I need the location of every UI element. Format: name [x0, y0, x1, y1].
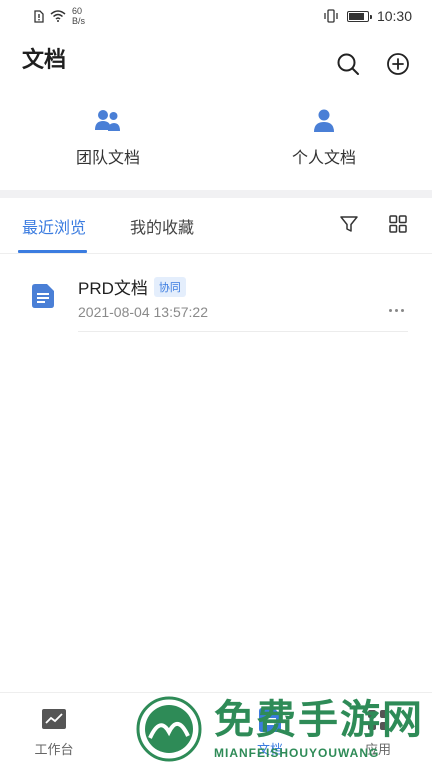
battery-fill [348, 12, 364, 20]
document-file-icon [32, 284, 54, 308]
watermark-subtitle: MIANFEISHOUYOUWANG [214, 746, 380, 760]
workbench-icon [41, 707, 67, 733]
filter-icon [340, 216, 358, 232]
header: 文档 [0, 36, 432, 96]
more-dot-icon [388, 308, 392, 312]
status-left: 60 B/s [34, 6, 85, 26]
document-title-row: PRD文档 协同 [78, 274, 186, 299]
page-title: 文档 [22, 47, 67, 72]
team-icon [93, 106, 123, 136]
network-speed: 60 B/s [72, 6, 85, 26]
filter-button[interactable] [337, 212, 361, 236]
network-speed-unit: B/s [72, 16, 86, 26]
collab-badge: 协同 [153, 276, 186, 297]
document-title: PRD文档 [78, 279, 148, 298]
watermark-title: 免费手游网 [214, 698, 424, 742]
tab-recent[interactable]: 最近浏览 [22, 214, 86, 238]
list-divider [78, 331, 408, 332]
wifi-icon [50, 10, 66, 22]
watermark-logo-icon [136, 696, 202, 762]
status-bar: 60 B/s 10:30 [0, 0, 432, 32]
active-tab-indicator [18, 250, 87, 253]
category-personal-docs[interactable]: 个人文档 [216, 100, 432, 188]
nav-workbench[interactable]: 工作台 [0, 693, 108, 768]
document-categories: 团队文档 个人文档 [0, 100, 432, 188]
section-divider [0, 190, 432, 198]
category-team-docs[interactable]: 团队文档 [0, 100, 216, 188]
battery-icon [346, 10, 372, 22]
network-speed-value: 60 [72, 6, 83, 16]
tab-favorites[interactable]: 我的收藏 [130, 214, 194, 238]
add-circle-icon [387, 53, 409, 75]
tab-bar: 最近浏览 我的收藏 [0, 198, 432, 254]
more-options-button[interactable] [384, 302, 408, 318]
vibrate-icon [324, 9, 338, 23]
grid-view-icon [389, 215, 407, 233]
more-dot-icon [400, 308, 404, 312]
person-icon [309, 106, 339, 136]
category-personal-docs-label: 个人文档 [291, 150, 356, 167]
watermark: 免费手游网 MIANFEISHOUYOUWANG [136, 696, 432, 768]
category-team-docs-label: 团队文档 [75, 150, 140, 167]
grid-view-button[interactable] [386, 212, 410, 236]
search-button[interactable] [334, 50, 362, 78]
nav-workbench-label: 工作台 [34, 742, 74, 757]
more-dot-icon [394, 308, 398, 312]
status-right: 10:30 [323, 8, 412, 24]
document-timestamp: 2021-08-04 13:57:22 [78, 304, 208, 320]
list-item[interactable]: PRD文档 协同 2021-08-04 13:57:22 [0, 258, 432, 332]
add-button[interactable] [384, 50, 412, 78]
status-time: 10:30 [376, 8, 412, 24]
search-icon [337, 53, 359, 75]
sim-alert-icon [34, 9, 44, 23]
